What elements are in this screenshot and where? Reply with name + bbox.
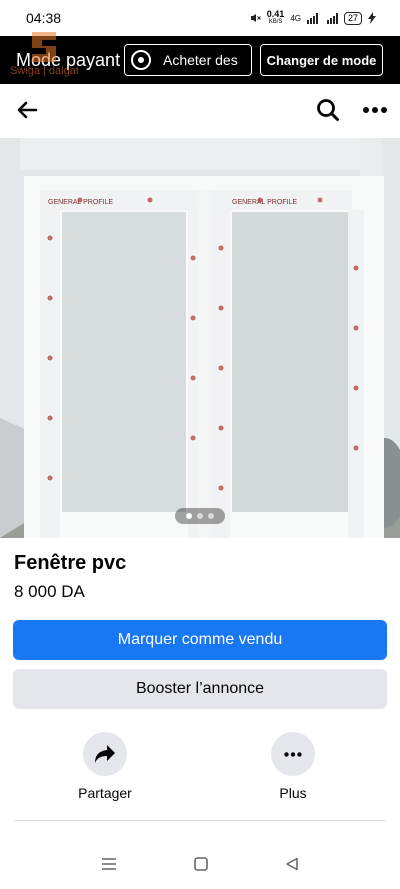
more-label: Plus [279,785,307,801]
mute-icon [250,14,261,22]
network-type: 4G [290,13,301,23]
system-nav-bar [0,848,400,880]
pagination-dot [208,513,214,519]
back-triangle-icon[interactable] [285,857,299,871]
window-illustration: GENERAL PROFILE GENERAL PROFILE [0,138,400,538]
broadcast-icon [131,50,151,70]
search-icon[interactable] [316,98,340,122]
net-speed: 0.41 KB/S [266,9,285,26]
listing-photo[interactable]: GENERAL PROFILE GENERAL PROFILE [0,138,400,538]
buy-button[interactable]: Acheter des [124,44,252,76]
more-horizontal-icon [284,751,302,757]
more-action[interactable]: Plus [248,732,338,801]
pagination-dot [197,513,203,519]
share-button[interactable] [83,732,127,776]
watermark-logo: Swiga | dalgat [10,32,78,77]
status-icons: 0.41 KB/S 4G 27 [249,10,376,26]
more-horizontal-icon[interactable] [362,106,388,114]
photo-pagination[interactable] [175,508,225,524]
listing-title: Fenêtre pvc [14,552,127,574]
menu-icon[interactable] [101,857,117,871]
share-arrow-icon [95,745,115,763]
listing-price: 8 000 DA [14,582,85,601]
charging-icon [368,12,376,24]
more-button[interactable] [271,732,315,776]
pagination-dot [186,513,192,519]
change-mode-button[interactable]: Changer de mode [260,44,383,76]
share-action[interactable]: Partager [60,732,150,801]
boost-listing-button[interactable]: Booster l’annonce [13,669,387,709]
battery-indicator: 27 [343,11,362,25]
mark-sold-button[interactable]: Marquer comme vendu [13,620,387,660]
home-icon[interactable] [194,857,208,871]
signal-icon-2 [326,12,338,24]
svg-text:GENERAL PROFILE: GENERAL PROFILE [232,199,297,206]
signal-icon [306,12,318,24]
share-label: Partager [78,785,132,801]
arrow-left-icon[interactable] [16,99,38,121]
divider [14,820,386,821]
top-nav [0,84,400,136]
svg-text:Swiga | dalgat: Swiga | dalgat [10,65,78,77]
status-time: 04:38 [26,10,62,26]
